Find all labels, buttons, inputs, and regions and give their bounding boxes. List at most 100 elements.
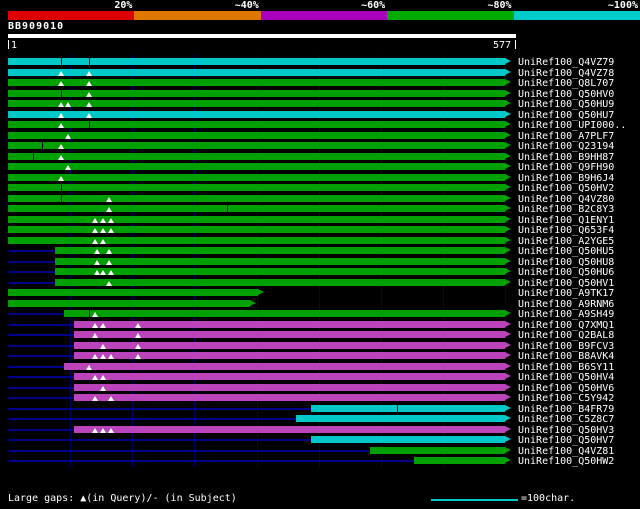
ruler-left-tick: [8, 40, 9, 49]
alignment-bar[interactable]: [8, 89, 505, 97]
alignment-bar[interactable]: [8, 194, 505, 202]
alignment-bar[interactable]: [64, 310, 505, 317]
hit-label[interactable]: UniRef100_Q50HU7: [518, 110, 614, 121]
alignment-bar[interactable]: [54, 257, 505, 265]
hit-label[interactable]: UniRef100_Q50HV4: [518, 373, 614, 383]
hit-label[interactable]: UniRef100_Q50HV0: [518, 89, 614, 100]
gap-query-marker: [64, 133, 71, 139]
alignment-bar[interactable]: [8, 58, 505, 65]
alignment-arrowhead: [505, 58, 511, 64]
alignment-bar[interactable]: [8, 131, 505, 139]
hit-label[interactable]: UniRef100_A9TK17: [518, 289, 614, 299]
hit-label[interactable]: UniRef100_Q653F4: [518, 226, 614, 236]
hit-label[interactable]: UniRef100_A7PLF7: [518, 131, 614, 142]
gap-query-marker: [58, 154, 65, 160]
scale-segment-label: ~40%: [234, 0, 259, 11]
alignment-arrowhead: [505, 194, 511, 201]
gap-query-marker: [99, 385, 106, 391]
hit-label[interactable]: UniRef100_Q2BAL8: [518, 331, 614, 341]
alignment-bar[interactable]: [74, 373, 505, 380]
gap-query-marker: [93, 249, 100, 254]
alignment-bar[interactable]: [8, 152, 505, 160]
alignment-bar[interactable]: [296, 415, 505, 422]
alignment-bar[interactable]: [8, 226, 505, 233]
alignment-bar[interactable]: [8, 163, 505, 170]
alignment-bar[interactable]: [8, 236, 505, 244]
hit-label[interactable]: UniRef100_Q7XMQ1: [518, 320, 614, 331]
alignment-bar[interactable]: [74, 383, 505, 391]
hit-label[interactable]: UniRef100_B4FR79: [518, 404, 614, 415]
gap-query-marker: [58, 70, 65, 76]
alignment-arrowhead: [505, 341, 511, 348]
alignment-arrowhead: [505, 226, 511, 232]
hit-label[interactable]: UniRef100_UPI000..: [518, 121, 626, 131]
hit-label[interactable]: UniRef100_Q23194: [518, 142, 614, 152]
alignment-bar[interactable]: [54, 268, 505, 275]
alignment-bar[interactable]: [8, 110, 505, 118]
hit-label[interactable]: UniRef100_B9HH87: [518, 152, 614, 163]
hit-label[interactable]: UniRef100_Q4VZ80: [518, 194, 614, 205]
alignment-arrowhead: [258, 289, 265, 295]
alignment-arrowhead: [505, 257, 511, 264]
alignment-bar[interactable]: [8, 100, 505, 107]
gap-subject-marker: [89, 121, 91, 128]
gap-subject-marker: [61, 184, 63, 191]
alignment-bar[interactable]: [54, 278, 505, 286]
hit-label[interactable]: UniRef100_Q50HU5: [518, 247, 614, 257]
alignment-bar[interactable]: [74, 394, 505, 401]
alignment-bar[interactable]: [369, 446, 505, 454]
hit-label[interactable]: UniRef100_Q9FH90: [518, 163, 614, 173]
hit-label[interactable]: UniRef100_Q50HU9: [518, 100, 614, 110]
alignment-bar[interactable]: [8, 173, 505, 181]
alignment-bar[interactable]: [8, 68, 505, 76]
alignment-arrowhead: [505, 331, 511, 337]
alignment-bar[interactable]: [64, 362, 505, 370]
hit-label[interactable]: UniRef100_Q50HV7: [518, 436, 614, 446]
hit-label[interactable]: UniRef100_C5Y942: [518, 394, 614, 404]
alignment-bar[interactable]: [8, 142, 505, 149]
alignment-bar[interactable]: [8, 215, 505, 223]
alignment-bar[interactable]: [8, 205, 505, 212]
gap-query-marker: [135, 322, 142, 328]
hit-label[interactable]: UniRef100_Q50HU6: [518, 268, 614, 278]
hit-label[interactable]: UniRef100_C5Z8C7: [518, 415, 614, 425]
hit-label[interactable]: UniRef100_Q4VZ81: [518, 446, 614, 457]
alignment-bar[interactable]: [8, 79, 505, 86]
alignment-arrowhead: [505, 310, 511, 316]
alignment-bar[interactable]: [414, 457, 505, 464]
hit-label[interactable]: UniRef100_A9SH49: [518, 310, 614, 320]
alignment-bar[interactable]: [8, 299, 250, 307]
hit-label[interactable]: UniRef100_Q50HV2: [518, 184, 614, 194]
gap-legend-text: Large gaps: ▲(in Query)/- (in Subject): [8, 493, 237, 504]
hit-label[interactable]: UniRef100_B2C8Y3: [518, 205, 614, 215]
hit-label[interactable]: UniRef100_Q8L707: [518, 79, 614, 89]
hit-label[interactable]: UniRef100_Q1ENY1: [518, 215, 614, 226]
hit-label[interactable]: UniRef100_Q50HV1: [518, 278, 614, 289]
hit-label[interactable]: UniRef100_B9FCV3: [518, 341, 614, 352]
hit-label[interactable]: UniRef100_B6SY11: [518, 362, 614, 373]
hit-label[interactable]: UniRef100_Q50HV6: [518, 383, 614, 394]
gap-query-marker: [92, 228, 99, 233]
hit-label[interactable]: UniRef100_Q50HW2: [518, 457, 614, 467]
hit-label[interactable]: UniRef100_Q4VZ79: [518, 58, 614, 68]
gap-subject-marker: [61, 89, 63, 97]
gap-query-marker: [92, 322, 99, 328]
alignment-bar[interactable]: [8, 121, 505, 128]
hit-label[interactable]: UniRef100_Q50HV3: [518, 425, 614, 436]
hit-label[interactable]: UniRef100_B9H6J4: [518, 173, 614, 184]
alignment-bar[interactable]: [310, 404, 505, 412]
hit-label[interactable]: UniRef100_B8AVK4: [518, 352, 614, 362]
hit-label[interactable]: UniRef100_Q50HU8: [518, 257, 614, 268]
alignment-bar[interactable]: [74, 425, 505, 433]
alignment-bar[interactable]: [8, 184, 505, 191]
gap-query-marker: [92, 333, 99, 338]
hit-label[interactable]: UniRef100_A9RNM6: [518, 299, 614, 310]
alignment-arrowhead: [505, 215, 511, 222]
alignment-bar[interactable]: [54, 247, 505, 254]
gap-query-marker: [86, 81, 93, 86]
hit-label[interactable]: UniRef100_Q4VZ78: [518, 68, 614, 79]
hit-label[interactable]: UniRef100_A2YGE5: [518, 236, 614, 247]
alignment-bar[interactable]: [8, 289, 259, 296]
alignment-arrowhead: [505, 100, 511, 106]
alignment-bar[interactable]: [310, 436, 505, 443]
